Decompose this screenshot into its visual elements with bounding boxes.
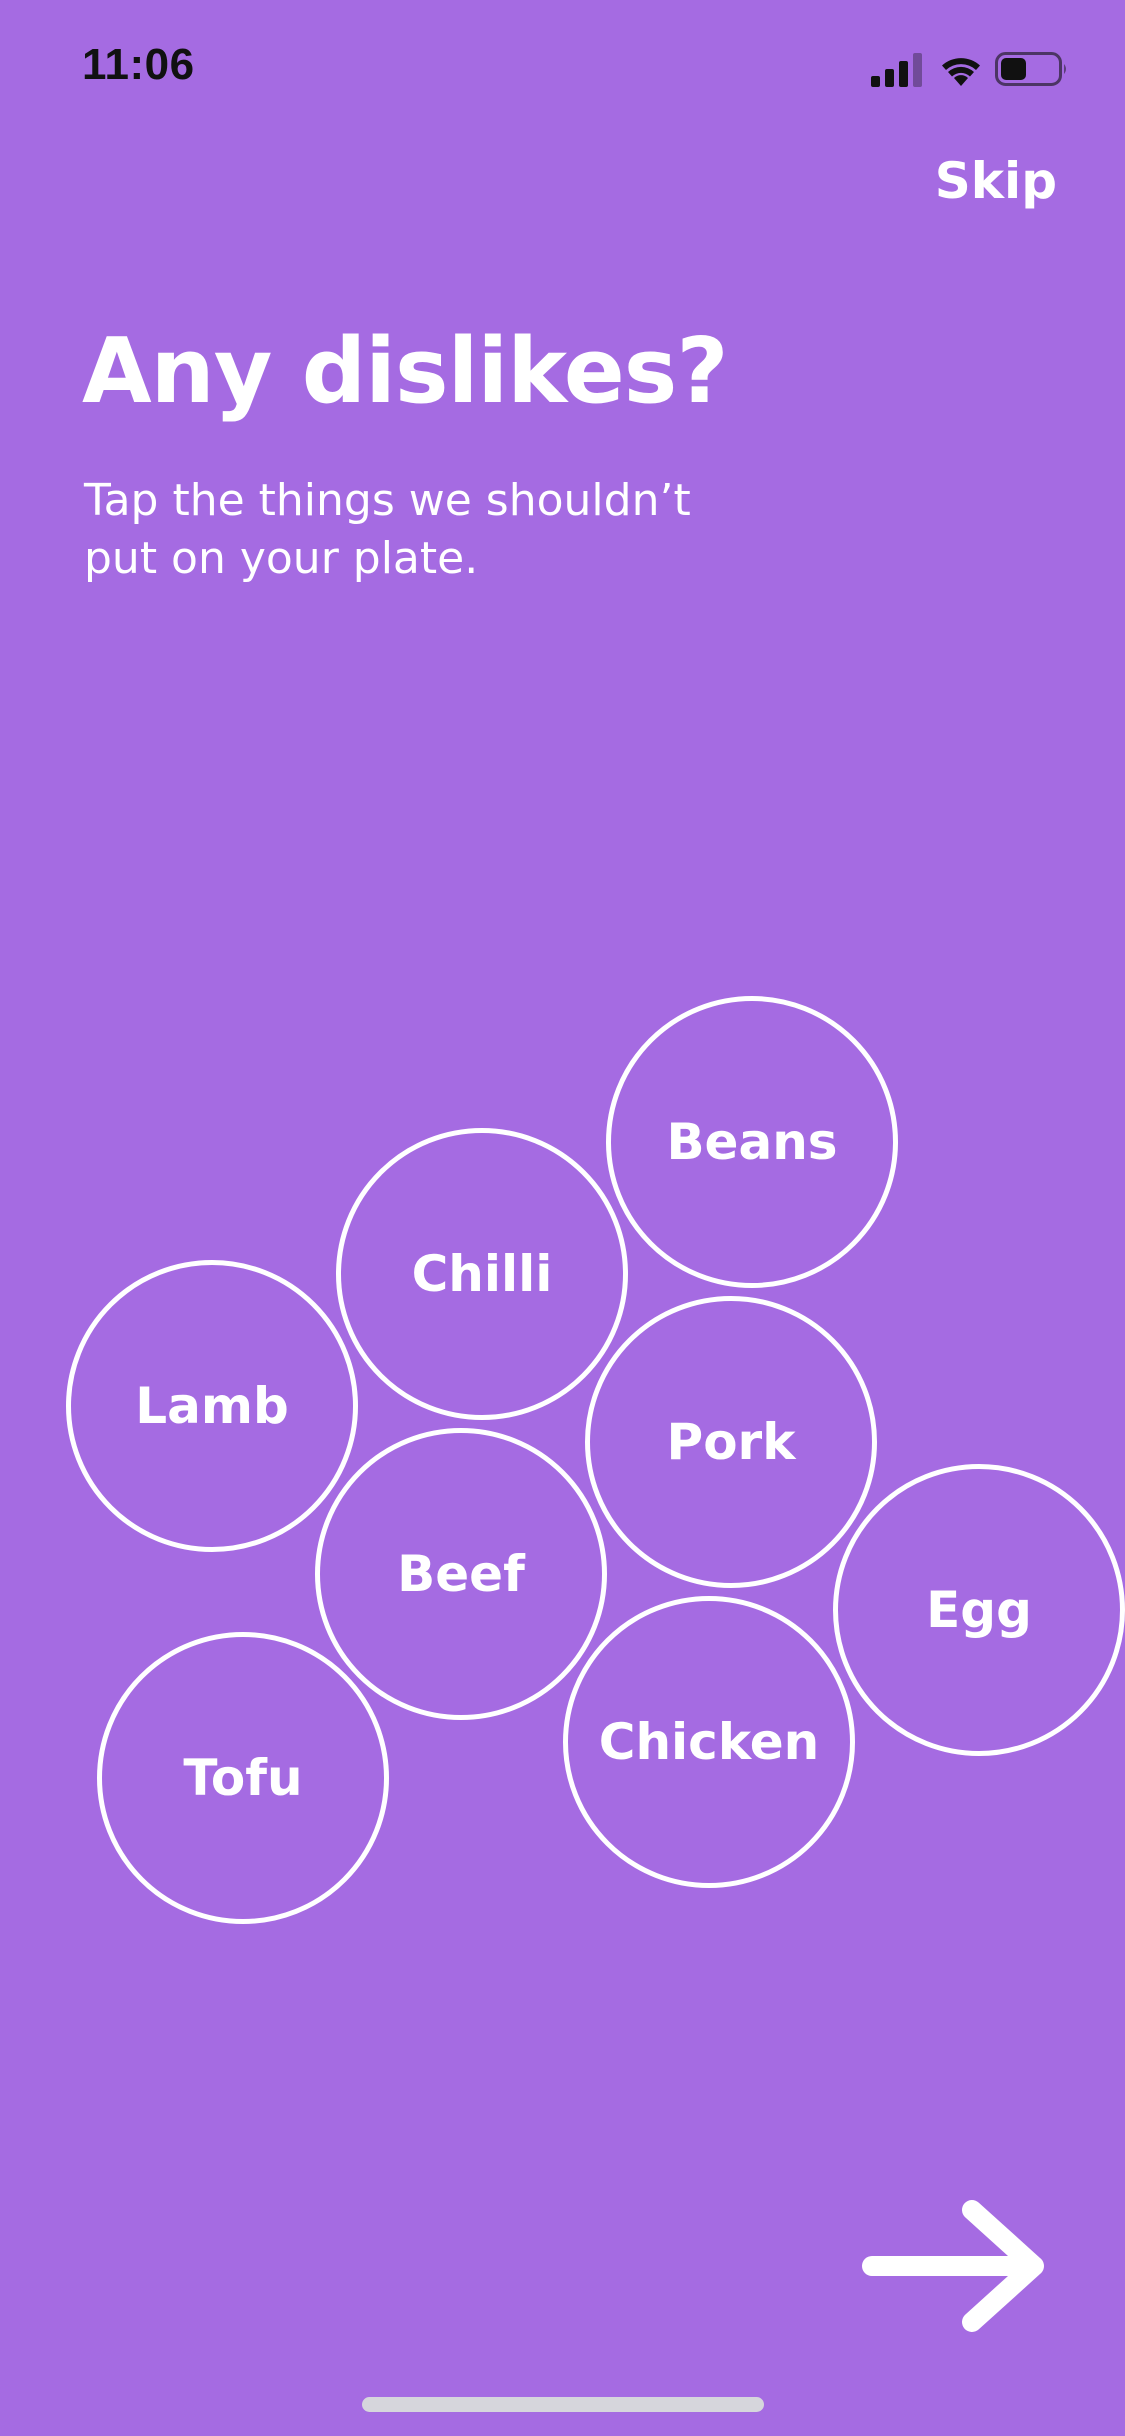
status-time: 11:06 — [82, 40, 195, 89]
option-label: Tofu — [183, 1749, 303, 1807]
option-label: Beef — [397, 1545, 525, 1603]
option-label: Lamb — [135, 1377, 289, 1435]
option-lamb[interactable]: Lamb — [66, 1260, 358, 1552]
skip-button[interactable]: Skip — [935, 152, 1057, 210]
option-label: Pork — [666, 1413, 796, 1471]
option-pork[interactable]: Pork — [585, 1296, 877, 1588]
option-chicken[interactable]: Chicken — [563, 1596, 855, 1888]
option-label: Beans — [666, 1113, 838, 1171]
cellular-signal-icon — [871, 53, 922, 87]
next-button[interactable] — [860, 2196, 1050, 2336]
battery-icon — [995, 52, 1066, 86]
status-icons — [871, 48, 1081, 92]
option-beans[interactable]: Beans — [606, 996, 898, 1288]
option-label: Chicken — [598, 1713, 820, 1771]
status-icons-svg — [871, 52, 1066, 87]
option-egg[interactable]: Egg — [833, 1464, 1125, 1756]
page-title: Any dislikes? — [82, 319, 729, 424]
option-chilli[interactable]: Chilli — [336, 1128, 628, 1420]
wifi-icon — [942, 58, 980, 86]
option-tofu[interactable]: Tofu — [97, 1632, 389, 1924]
option-label: Chilli — [411, 1245, 553, 1303]
arrow-right-icon — [862, 2200, 1044, 2332]
home-indicator[interactable] — [362, 2397, 764, 2412]
onboarding-dislikes-screen: 11:06 Skip Any dislikes? Tap the things … — [0, 0, 1125, 2436]
page-subtitle: Tap the things we shouldn’t put on your … — [84, 475, 691, 584]
option-beef[interactable]: Beef — [315, 1428, 607, 1720]
option-label: Egg — [926, 1581, 1032, 1639]
